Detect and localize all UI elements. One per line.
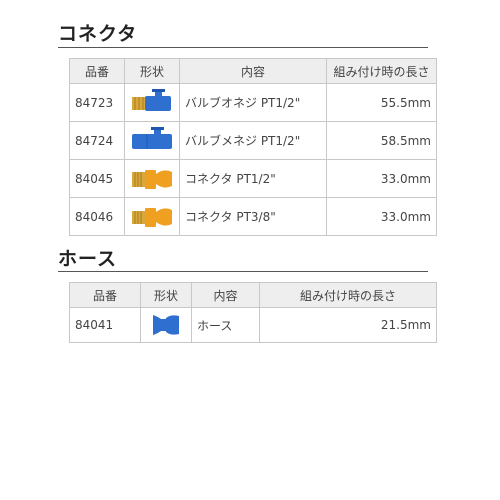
shape-cell — [124, 159, 180, 198]
header-part-number: 品番 — [69, 58, 125, 84]
shape-cell — [124, 197, 180, 236]
blue-ball-valve-male-thread-icon — [132, 88, 171, 111]
blue-hose-segment-icon — [153, 315, 179, 335]
length-cell: 58.5mm — [326, 121, 437, 160]
header-description: 内容 — [191, 282, 260, 308]
part-number-cell: 84046 — [69, 197, 125, 236]
hose-section-title: ホース — [58, 248, 118, 270]
hose-section-rule — [58, 271, 428, 272]
table-header-row: 品番 形状 内容 組み付け時の長さ — [69, 58, 437, 84]
part-number-cell: 84723 — [69, 83, 125, 122]
header-assembled-length: 組み付け時の長さ — [259, 282, 437, 308]
table-row: 84723 バルブオネジ PT1/2" 55.5mm — [69, 83, 437, 122]
orange-connector-pt12-icon — [132, 169, 172, 189]
description-cell: バルブメネジ PT1/2" — [179, 121, 327, 160]
header-part-number: 品番 — [69, 282, 141, 308]
blue-ball-valve-female-thread-icon — [132, 126, 172, 149]
description-cell: ホース — [191, 307, 260, 343]
hose-spec-table: 品番 形状 内容 組み付け時の長さ 84041 ホース 21.5mm — [69, 282, 437, 343]
shape-cell — [140, 307, 192, 343]
connector-section-title: コネクタ — [58, 23, 138, 45]
header-shape: 形状 — [140, 282, 192, 308]
connector-section-rule — [58, 47, 428, 48]
orange-connector-pt38-icon — [132, 207, 172, 227]
description-cell: コネクタ PT1/2" — [179, 159, 327, 198]
description-cell: コネクタ PT3/8" — [179, 197, 327, 236]
length-cell: 33.0mm — [326, 197, 437, 236]
table-row: 84724 バルブメネジ PT1/2" 58.5mm — [69, 121, 437, 160]
length-cell: 33.0mm — [326, 159, 437, 198]
part-number-cell: 84724 — [69, 121, 125, 160]
table-row: 84046 コネクタ PT3/8" 33.0mm — [69, 197, 437, 236]
length-cell: 55.5mm — [326, 83, 437, 122]
header-shape: 形状 — [124, 58, 180, 84]
table-header-row: 品番 形状 内容 組み付け時の長さ — [69, 282, 437, 308]
header-description: 内容 — [179, 58, 327, 84]
part-number-cell: 84045 — [69, 159, 125, 198]
connector-spec-table: 品番 形状 内容 組み付け時の長さ 84723 バルブオネジ PT1/2" 55… — [69, 58, 437, 236]
description-cell: バルブオネジ PT1/2" — [179, 83, 327, 122]
shape-cell — [124, 121, 180, 160]
table-row: 84041 ホース 21.5mm — [69, 307, 437, 343]
table-row: 84045 コネクタ PT1/2" 33.0mm — [69, 159, 437, 198]
part-number-cell: 84041 — [69, 307, 141, 343]
shape-cell — [124, 83, 180, 122]
header-assembled-length: 組み付け時の長さ — [326, 58, 437, 84]
length-cell: 21.5mm — [259, 307, 437, 343]
